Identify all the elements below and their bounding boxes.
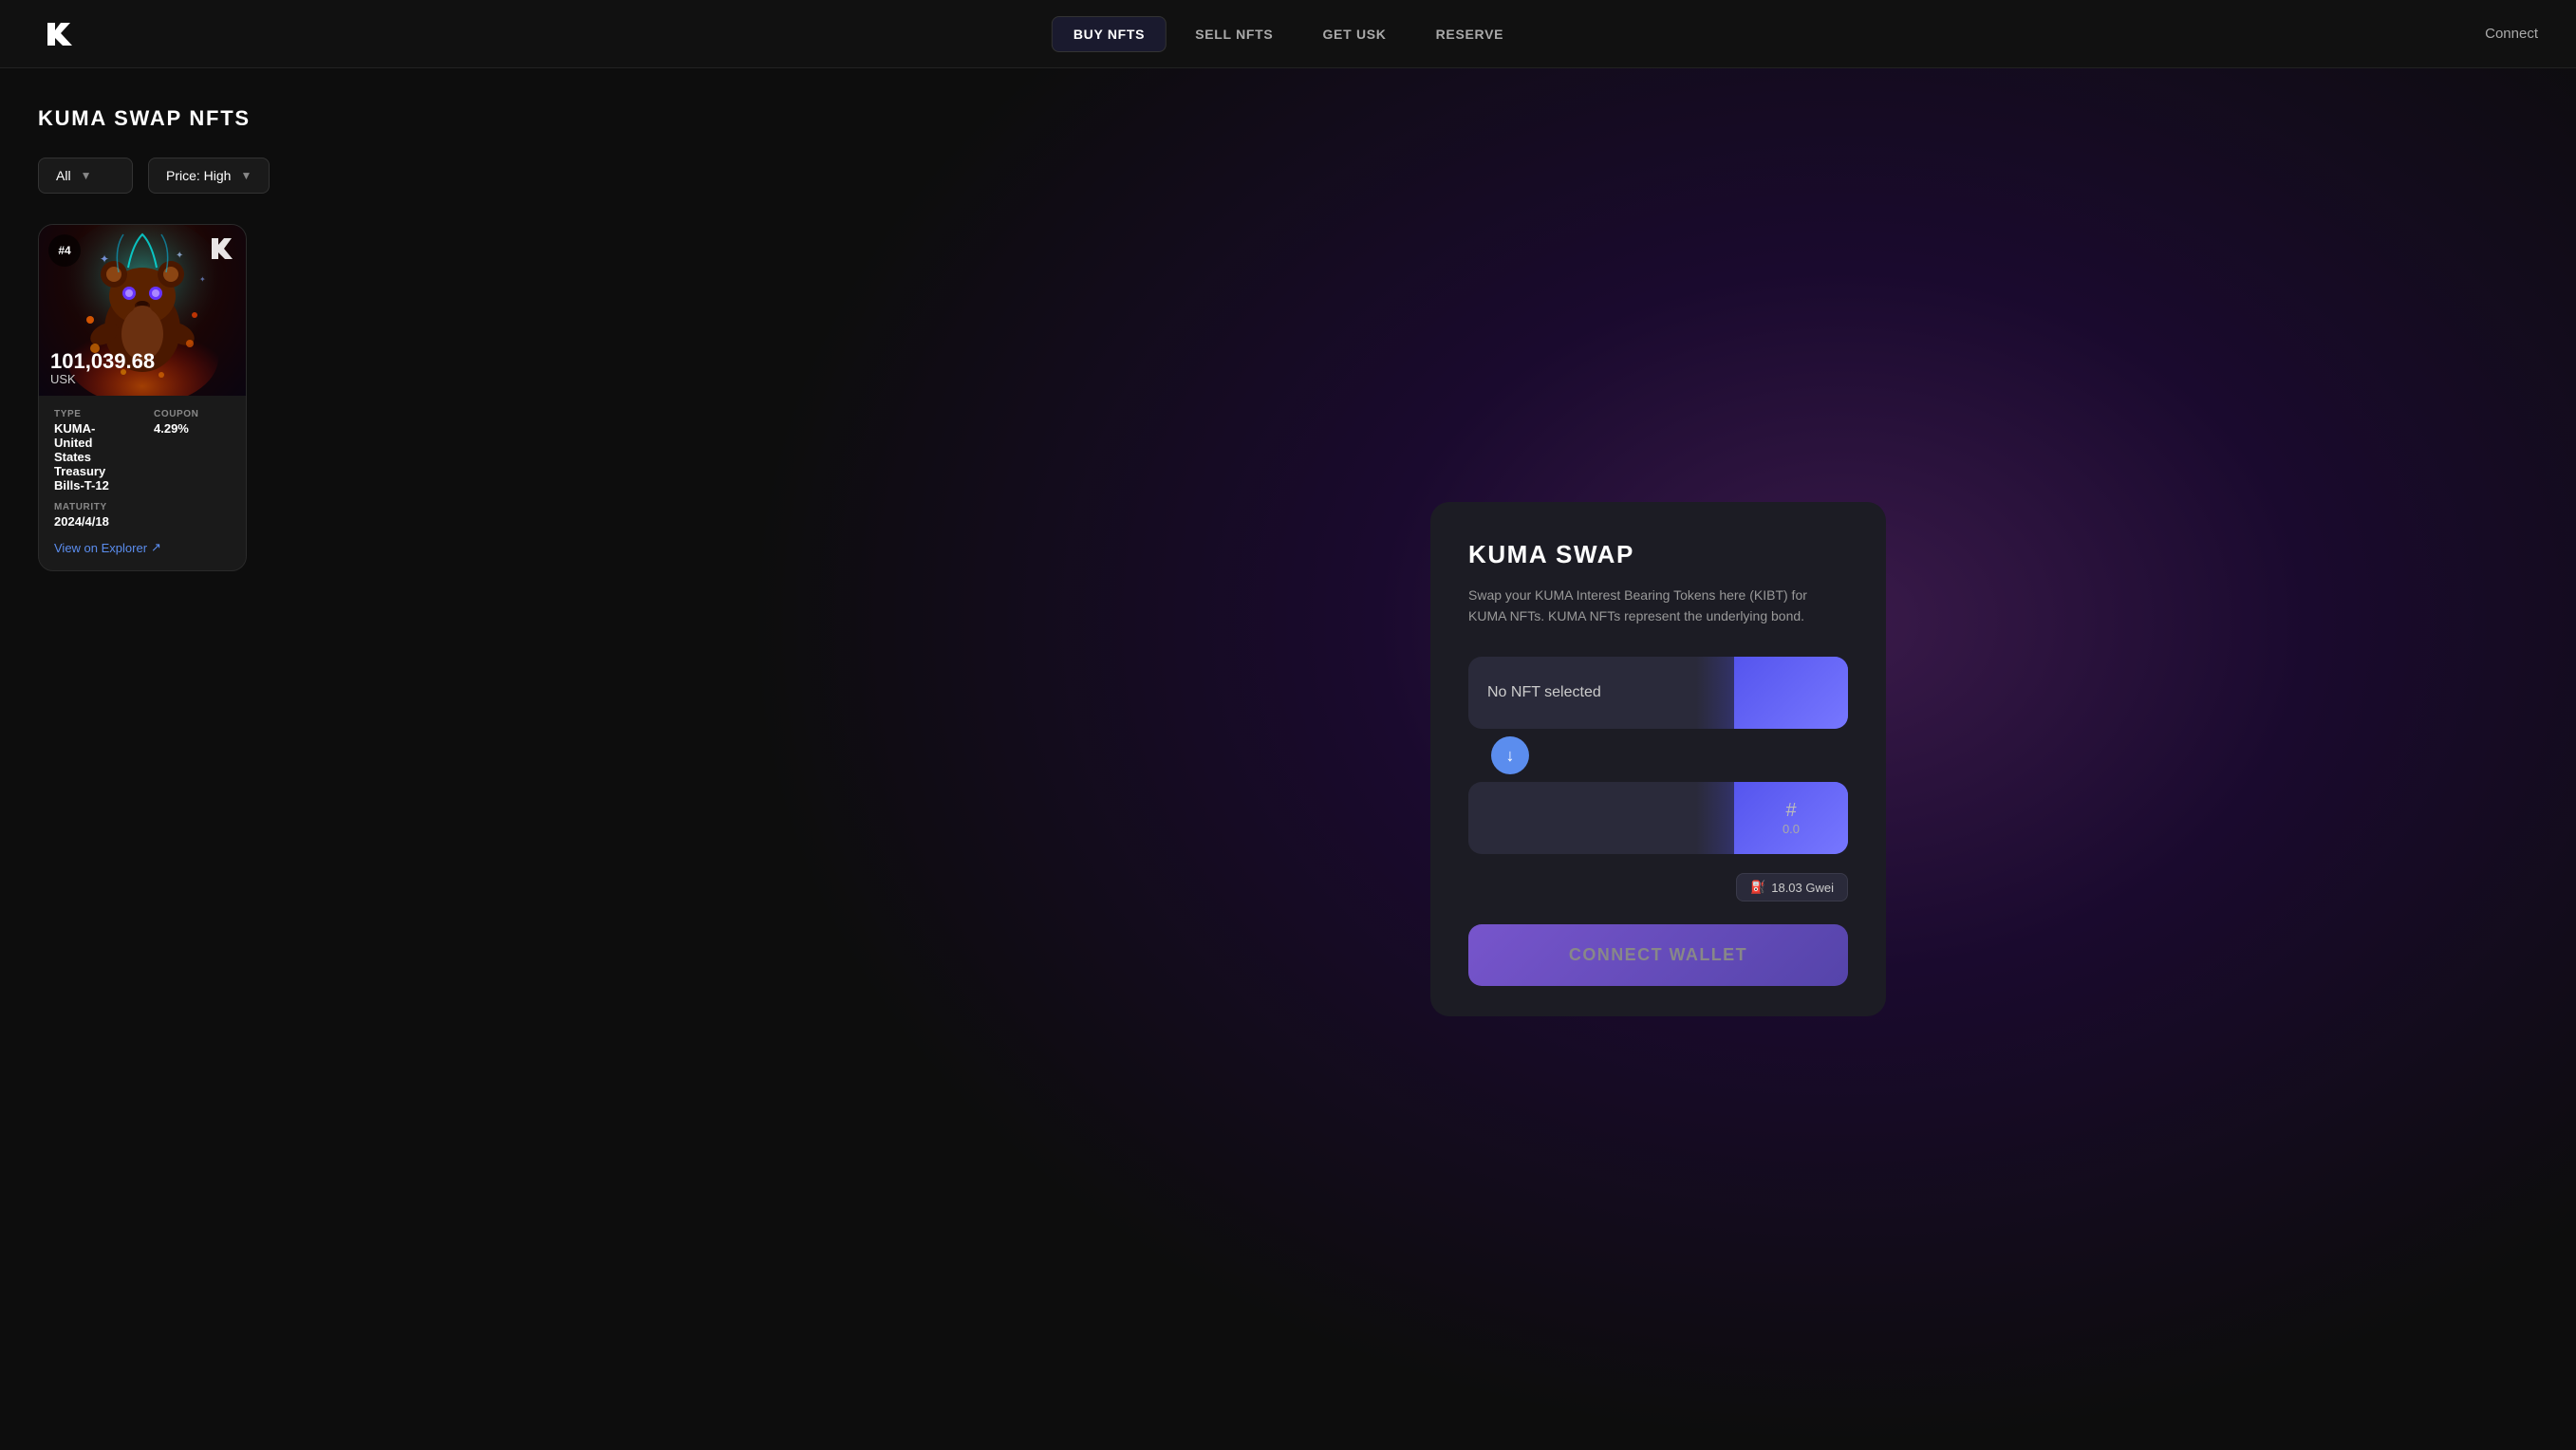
swap-output-num: 0.0 — [1783, 822, 1800, 836]
swap-description: Swap your KUMA Interest Bearing Tokens h… — [1468, 585, 1848, 627]
svg-text:✦: ✦ — [176, 251, 183, 261]
page-title: KUMA SWAP NFTS — [38, 106, 702, 131]
swap-output-right: # 0.0 — [1734, 782, 1848, 854]
nft-coupon-value: 4.29% — [154, 421, 231, 436]
nav-get-usk[interactable]: GET USK — [1301, 17, 1407, 51]
filters-row: All ▼ Price: High ▼ — [38, 158, 702, 194]
connect-wallet-button[interactable]: CONNECT WALLET — [1468, 924, 1848, 986]
gas-fee-row: ⛽ 18.03 Gwei — [1468, 873, 1848, 902]
logo[interactable] — [38, 13, 80, 55]
swap-divider-icon: ↓ — [1491, 736, 1529, 774]
swap-output-box: # 0.0 — [1468, 782, 1848, 854]
gas-badge: ⛽ 18.03 Gwei — [1736, 873, 1848, 902]
nft-price-currency: USK — [50, 372, 155, 386]
nft-maturity-row: MATURITY 2024/4/18 — [54, 502, 231, 529]
type-filter-chevron-icon: ▼ — [81, 169, 92, 182]
swap-input-wrapper: No NFT selected — [1468, 657, 1848, 729]
nft-type-value: KUMA-United States Treasury Bills-T-12 — [54, 421, 131, 493]
nft-maturity-value: 2024/4/18 — [54, 514, 231, 529]
type-filter-label: All — [56, 168, 71, 183]
svg-text:✦: ✦ — [100, 252, 109, 266]
view-explorer-text: View on Explorer — [54, 541, 147, 555]
nft-type-coupon-row: TYPE KUMA-United States Treasury Bills-T… — [54, 409, 231, 493]
swap-input-right-gradient — [1734, 657, 1848, 729]
swap-output-hash: # — [1785, 800, 1796, 822]
main-content: KUMA SWAP NFTS All ▼ Price: High ▼ — [0, 68, 2576, 1450]
swap-no-nft-text: No NFT selected — [1487, 684, 1601, 700]
nav-buy-nfts[interactable]: BUY NFTS — [1052, 16, 1167, 52]
swap-card: KUMA SWAP Swap your KUMA Interest Bearin… — [1430, 502, 1886, 1017]
nft-maturity-label: MATURITY — [54, 502, 231, 512]
nft-price-value: 101,039.68 — [50, 351, 155, 372]
gas-label: 18.03 Gwei — [1771, 881, 1834, 895]
swap-title: KUMA SWAP — [1468, 540, 1848, 569]
svg-text:✦: ✦ — [199, 275, 206, 284]
price-filter-label: Price: High — [166, 168, 231, 183]
view-explorer-link[interactable]: View on Explorer ↗ — [54, 540, 231, 555]
left-panel: KUMA SWAP NFTS All ▼ Price: High ▼ — [0, 68, 740, 1450]
price-filter-dropdown[interactable]: Price: High ▼ — [148, 158, 270, 194]
nft-coupon-col: COUPON 4.29% — [154, 409, 231, 493]
nft-details: TYPE KUMA-United States Treasury Bills-T… — [39, 396, 246, 570]
main-nav: BUY NFTS SELL NFTS GET USK RESERVE — [1052, 16, 1524, 52]
type-filter-dropdown[interactable]: All ▼ — [38, 158, 133, 194]
header: BUY NFTS SELL NFTS GET USK RESERVE Conne… — [0, 0, 2576, 68]
nft-type-col: TYPE KUMA-United States Treasury Bills-T… — [54, 409, 131, 493]
header-connect-button[interactable]: Connect — [2485, 26, 2538, 42]
nft-image-wrapper: ✦ ✦ ✦ #4 101,039.68 USK — [39, 225, 246, 396]
nft-logo-icon — [208, 234, 236, 263]
nav-reserve[interactable]: RESERVE — [1415, 17, 1525, 51]
nav-sell-nfts[interactable]: SELL NFTS — [1174, 17, 1294, 51]
price-filter-chevron-icon: ▼ — [240, 169, 252, 182]
nft-badge: #4 — [48, 234, 81, 267]
nft-type-label: TYPE — [54, 409, 131, 419]
swap-nft-input-left: No NFT selected — [1468, 684, 1734, 701]
nft-card[interactable]: ✦ ✦ ✦ #4 101,039.68 USK — [38, 224, 247, 571]
swap-nft-input-box[interactable]: No NFT selected — [1468, 657, 1848, 729]
nft-grid: ✦ ✦ ✦ #4 101,039.68 USK — [38, 224, 702, 571]
nft-coupon-label: COUPON — [154, 409, 231, 419]
right-panel: KUMA SWAP Swap your KUMA Interest Bearin… — [740, 68, 2576, 1450]
view-explorer-icon: ↗ — [151, 540, 161, 555]
gas-icon: ⛽ — [1750, 880, 1765, 895]
swap-divider: ↓ — [1468, 736, 1848, 774]
nft-price: 101,039.68 USK — [50, 351, 155, 386]
